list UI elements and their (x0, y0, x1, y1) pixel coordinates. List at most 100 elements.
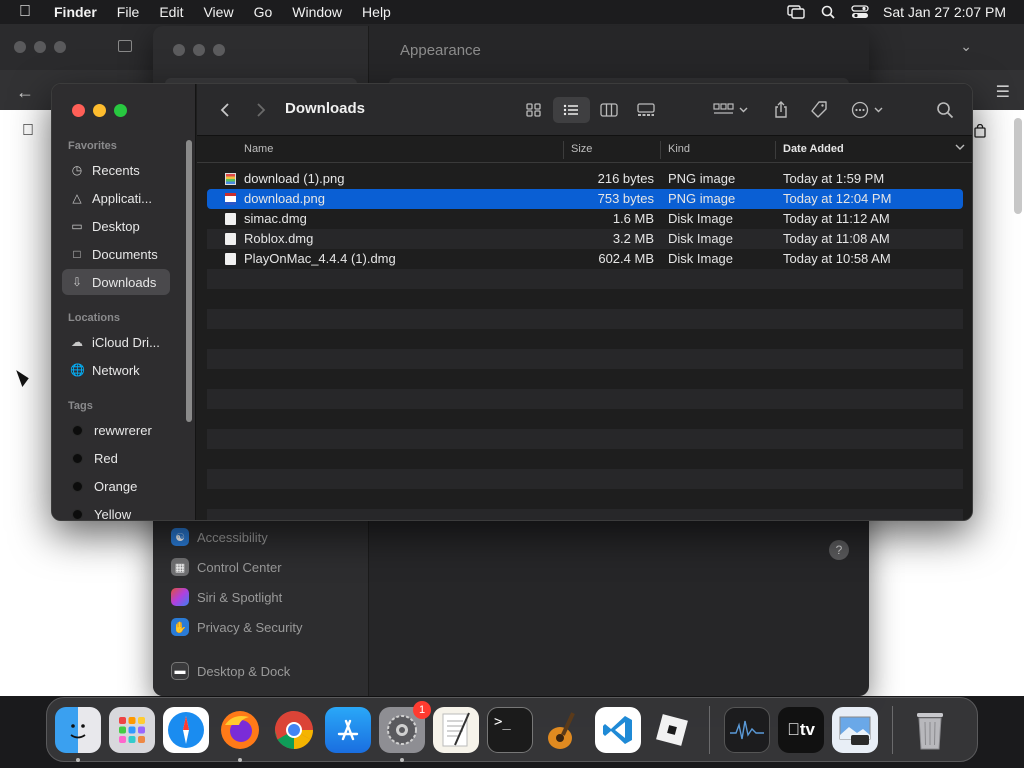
trash-icon (917, 712, 943, 749)
file-kind: Disk Image (668, 211, 734, 226)
file-size: 753 bytes (597, 191, 654, 206)
sidebar-tag-red[interactable]: Red (62, 445, 170, 471)
dock-app-safari[interactable] (163, 706, 209, 753)
menu-app-name[interactable]: Finder (50, 4, 107, 20)
column-separator[interactable] (775, 141, 776, 159)
column-separator[interactable] (660, 141, 661, 159)
column-view-button[interactable] (590, 97, 628, 123)
clock-icon: ◷ (71, 163, 83, 177)
file-row[interactable]: PlayOnMac_4.4.4 (1).dmg 602.4 MB Disk Im… (207, 249, 963, 269)
sidebar-item-desktop[interactable]: ▭ Desktop (62, 213, 170, 239)
disk-image-icon (225, 233, 236, 245)
menu-clock[interactable]: Sat Jan 27 2:07 PM (883, 4, 1006, 20)
dock-app-terminal[interactable]: >_ (487, 706, 533, 753)
settings-item-siri-spotlight[interactable]: Siri & Spotlight (171, 588, 282, 606)
desktop-icon: ▭ (71, 219, 83, 233)
gallery-view-button[interactable] (628, 97, 666, 123)
dock-app-chrome[interactable] (271, 707, 317, 753)
dock-app-vscode[interactable] (595, 706, 641, 753)
tab-overview-icon[interactable] (118, 40, 132, 52)
help-button[interactable]: ? (829, 540, 849, 560)
sidebar-tag-orange[interactable]: Orange (62, 473, 170, 499)
dock-app-garageband[interactable] (541, 707, 587, 753)
sidebar-item-recents[interactable]: ◷ Recents (62, 157, 170, 183)
empty-row (207, 349, 963, 369)
icon-view-button[interactable] (515, 97, 553, 123)
tag-icon[interactable] (807, 98, 831, 122)
apple-menu-icon[interactable]:  (0, 3, 50, 21)
close-button[interactable] (72, 104, 85, 117)
spotlight-search-icon[interactable] (819, 5, 837, 19)
sidebar-item-documents[interactable]: □ Documents (62, 241, 170, 267)
dock-app-finder[interactable] (55, 706, 101, 762)
column-name[interactable]: Name (244, 143, 273, 155)
settings-item-desktop-dock[interactable]: ▬ Desktop & Dock (171, 662, 290, 680)
zoom-button[interactable] (114, 104, 127, 117)
apple-logo-icon[interactable]:  (22, 122, 34, 140)
dock-app-textedit[interactable] (433, 706, 479, 753)
sidebar-item-label: iCloud Dri... (92, 334, 160, 350)
window-controls (173, 44, 225, 56)
dock-app-launchpad[interactable] (109, 706, 155, 753)
shopping-bag-icon[interactable] (974, 123, 986, 141)
finder-icon (70, 723, 86, 738)
file-row[interactable]: Roblox.dmg 3.2 MB Disk Image Today at 11… (207, 229, 963, 249)
menu-window[interactable]: Window (282, 4, 352, 20)
screen-mirroring-icon[interactable] (787, 5, 805, 19)
file-row[interactable]: download (1).png 216 bytes PNG image Tod… (207, 169, 963, 189)
sort-chevron-icon[interactable] (955, 142, 965, 154)
dock-app-trash[interactable] (907, 707, 953, 753)
menu-view[interactable]: View (193, 4, 243, 20)
sidebar-tag-rewwrerer[interactable]: rewwrerer (62, 417, 170, 443)
search-icon[interactable] (933, 98, 957, 122)
dock-app-app-store[interactable] (325, 706, 371, 753)
scrollbar[interactable] (1014, 118, 1022, 214)
sidebar-item-label: Applicati... (92, 190, 152, 206)
menu-go[interactable]: Go (244, 4, 283, 20)
dock-app-apple-tv[interactable]: tv (778, 706, 824, 753)
safari-icon (168, 711, 204, 748)
sidebar-item-downloads[interactable]: ⇩ Downloads (62, 269, 170, 295)
column-date-added[interactable]: Date Added (783, 143, 844, 155)
settings-item-privacy-security[interactable]: ✋ Privacy & Security (171, 618, 302, 636)
menu-file[interactable]: File (107, 4, 150, 20)
network-icon: 🌐 (70, 363, 85, 377)
list-view-button[interactable] (552, 97, 590, 123)
dock-app-preview[interactable] (832, 706, 878, 753)
file-row[interactable]: simac.dmg 1.6 MB Disk Image Today at 11:… (207, 209, 963, 229)
more-actions-button[interactable] (849, 98, 889, 122)
dock-app-roblox[interactable] (649, 707, 695, 753)
settings-item-control-center[interactable]: ▦ Control Center (171, 558, 282, 576)
sidebar-item-applications[interactable]: △ Applicati... (62, 185, 170, 211)
sidebar-item-icloud-drive[interactable]: ☁ iCloud Dri... (62, 329, 170, 355)
chevron-down-icon[interactable]: ⌄ (960, 38, 972, 55)
forward-button[interactable] (251, 98, 271, 122)
file-date-added: Today at 1:59 PM (783, 171, 885, 186)
tag-dot-icon (72, 508, 83, 520)
menu-help[interactable]: Help (352, 4, 401, 20)
sidebar-item-network[interactable]: 🌐 Network (62, 357, 170, 383)
minimize-button[interactable] (93, 104, 106, 117)
settings-item-accessibility[interactable]: ☯ Accessibility (171, 528, 268, 546)
sidebar-tag-yellow[interactable]: Yellow (62, 501, 170, 521)
dock-app-activity-monitor[interactable] (724, 706, 770, 753)
group-by-button[interactable] (711, 98, 751, 122)
sidebar-item-label: Yellow (94, 506, 132, 521)
hamburger-menu-icon[interactable]: ☰ (996, 82, 1010, 102)
back-arrow-icon[interactable]: ← (16, 82, 34, 103)
zoom-button[interactable] (213, 44, 225, 56)
control-center-icon[interactable] (851, 5, 869, 19)
dock-app-firefox[interactable] (217, 707, 263, 762)
close-button[interactable] (173, 44, 185, 56)
minimize-button[interactable] (193, 44, 205, 56)
file-row-selected[interactable]: download.png 753 bytes PNG image Today a… (207, 189, 963, 209)
menu-edit[interactable]: Edit (149, 4, 193, 20)
share-icon[interactable] (769, 98, 793, 122)
sidebar-scrollbar[interactable] (186, 140, 192, 422)
column-size[interactable]: Size (571, 143, 592, 155)
column-separator[interactable] (563, 141, 564, 159)
back-button[interactable] (215, 98, 235, 122)
cloud-icon: ☁ (71, 335, 83, 349)
column-kind[interactable]: Kind (668, 143, 690, 155)
dock-app-system-settings[interactable]: 1 (379, 700, 431, 762)
